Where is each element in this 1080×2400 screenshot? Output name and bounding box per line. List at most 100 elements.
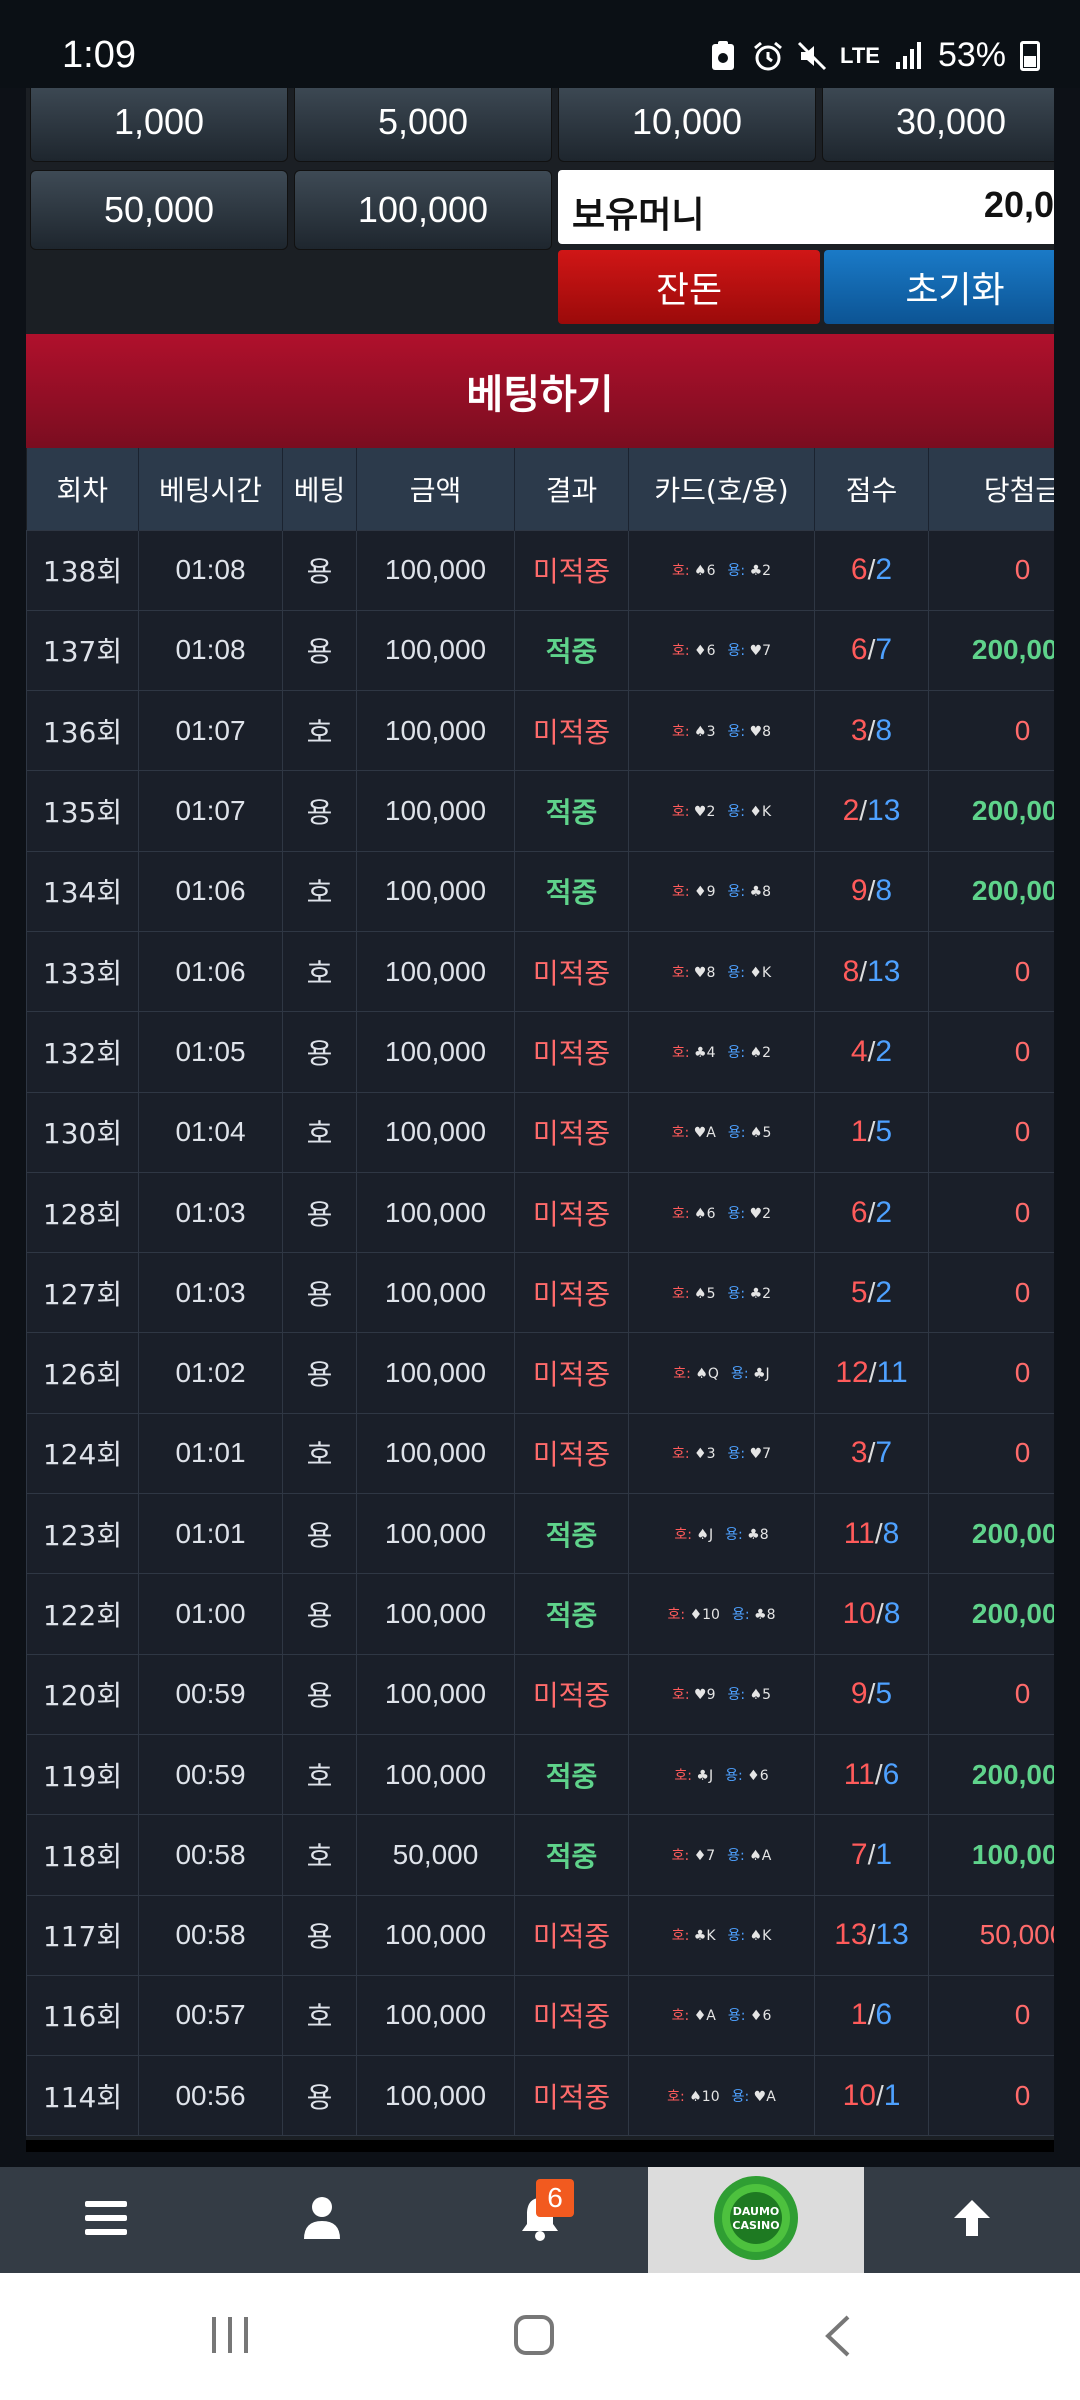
score-separator: / [859,795,868,827]
cell-bet-time: 00:59 [138,1653,283,1735]
cell-score: 6/7 [814,609,929,692]
card-ho-tag: 호: [671,1847,690,1864]
cell-result: 미적중 [514,1894,629,1976]
score-ho: 8 [842,954,860,988]
cell-result: 미적중 [514,1412,629,1495]
card-yong-tag: 용: [727,884,746,901]
cell-round: 123회 [26,1493,139,1575]
cell-payout: 200,000 [928,1733,1054,1816]
cell-bet: 용 [282,1894,357,1976]
card-ho-tag: 호: [674,1767,692,1784]
cell-amount: 100,000 [356,1653,515,1735]
cell-score: 12/11 [814,1332,929,1414]
chip-button-5000[interactable]: 5,000 [294,88,552,162]
chip-button-10000[interactable]: 10,000 [558,88,816,162]
score-ho: 11 [843,1516,875,1550]
cell-round: 128회 [26,1171,139,1254]
bet-history-table: 회차 베팅시간 베팅 금액 결과 카드(호/용) 점수 당첨금 138회 01:0… [26,448,1054,2137]
cell-amount: 100,000 [356,609,515,692]
cell-round: 120회 [26,1653,139,1735]
card-ho-tag: 호: [671,723,690,740]
cell-round: 124회 [26,1412,139,1495]
card-yong-tag: 용: [730,1366,749,1383]
network-type: LTE [840,42,880,68]
cell-cards: 호: ♠6 용: ♣2 [628,529,815,611]
clock: 1:09 [62,34,136,76]
cell-score: 13/13 [814,1894,929,1976]
casino-logo-button[interactable]: DAUMO CASINO [648,2167,864,2273]
cell-round: 134회 [26,850,139,932]
card-ho: ♥A [693,1125,716,1142]
card-yong: ♣8 [747,1526,769,1543]
cell-cards: 호: ♦9 용: ♣8 [628,850,815,932]
result-label: 미적중 [532,1438,611,1472]
recent-apps-icon[interactable] [208,2315,252,2359]
cell-amount: 100,000 [356,1733,515,1816]
card-yong: ♥2 [749,1205,772,1222]
card-ho-tag: 호: [671,1125,690,1142]
result-label: 적중 [545,1518,598,1552]
cell-cards: 호: ♣K 용: ♠K [628,1894,815,1976]
score-ho: 6 [850,1195,868,1229]
cell-payout: 100,000 [928,1814,1054,1896]
scroll-top-button[interactable] [864,2167,1080,2273]
change-button[interactable]: 잔돈 [558,250,820,324]
cell-cards: 호: ♠Q 용: ♣J [628,1332,815,1414]
cell-result: 적중 [514,850,629,932]
signal-icon [894,40,924,72]
card-yong: ♠A [749,1847,772,1864]
table-body: 138회 01:08 용 100,000 미적중 호: ♠6 용: ♣2 6/2 0 137회 01… [26,529,1054,2137]
table-row: 136회 01:07 호 100,000 미적중 호: ♠3 용: ♥8 3/8 0 [26,690,1054,772]
card-yong: ♠5 [749,1125,772,1142]
place-bet-button[interactable]: 베팅하기 [26,334,1054,448]
profile-button[interactable] [212,2167,432,2273]
cell-amount: 100,000 [356,1493,515,1575]
cell-bet: 호 [282,850,357,932]
menu-button[interactable] [0,2167,212,2273]
cell-bet-time: 01:07 [138,690,283,772]
score-yong: 2 [875,553,893,587]
payout-value: 0 [1014,1035,1031,1067]
card-yong: ♠K [749,1928,772,1945]
chip-button-50000[interactable]: 50,000 [30,170,288,250]
header-score: 점수 [814,448,929,530]
cell-result: 미적중 [514,1171,629,1254]
card-ho-tag: 호: [667,2088,685,2105]
score-ho: 2 [842,794,860,828]
home-icon[interactable] [512,2313,556,2361]
cell-score: 11/8 [814,1493,929,1575]
card-ho: ♦3 [694,1446,716,1463]
reset-button[interactable]: 초기화 [824,250,1054,324]
cell-cards: 호: ♣J 용: ♦6 [628,1733,815,1816]
svg-text:CASINO: CASINO [732,2219,779,2232]
table-row: 118회00:58호50,000 적중 호: ♦7 용: ♠A 7/1 100,000 [26,1814,1054,1896]
cell-payout: 0 [928,529,1054,611]
cell-bet-time: 01:04 [138,1091,283,1173]
cell-result: 적중 [514,1733,629,1816]
back-icon[interactable] [820,2313,854,2363]
card-ho: ♠6 [694,1205,716,1222]
cell-bet-time: 01:01 [138,1493,283,1575]
payout-value: 100,000 [971,1838,1054,1870]
cell-result: 미적중 [514,690,629,772]
card-yong: ♦K [749,804,772,821]
battery-icon [1020,40,1040,71]
hamburger-icon [83,2198,129,2242]
cell-bet-time: 01:01 [138,1412,283,1495]
table-row: 137회01:08용100,000 적중 호: ♦6 용: ♥7 6/7 200,000 [26,609,1054,692]
status-icons: LTE 53% [708,36,1040,75]
cell-amount: 50,000 [356,1814,515,1896]
cell-payout: 0 [928,1412,1054,1495]
score-ho: 5 [850,1275,868,1309]
chip-button-1000[interactable]: 1,000 [30,88,288,162]
card-ho-tag: 호: [671,643,690,660]
chip-button-100000[interactable]: 100,000 [294,170,552,250]
payout-value: 0 [1014,554,1031,586]
cell-cards: 호: ♠5 용: ♣2 [628,1252,815,1334]
card-ho-tag: 호: [671,2008,690,2025]
chip-button-30000[interactable]: 30,000 [822,88,1054,162]
score-separator: / [874,1517,883,1549]
table-row: 138회 01:08 용 100,000 미적중 호: ♠6 용: ♣2 6/2 0 [26,529,1054,611]
cell-score: 7/1 [814,1814,929,1896]
card-ho-tag: 호: [671,1928,690,1945]
